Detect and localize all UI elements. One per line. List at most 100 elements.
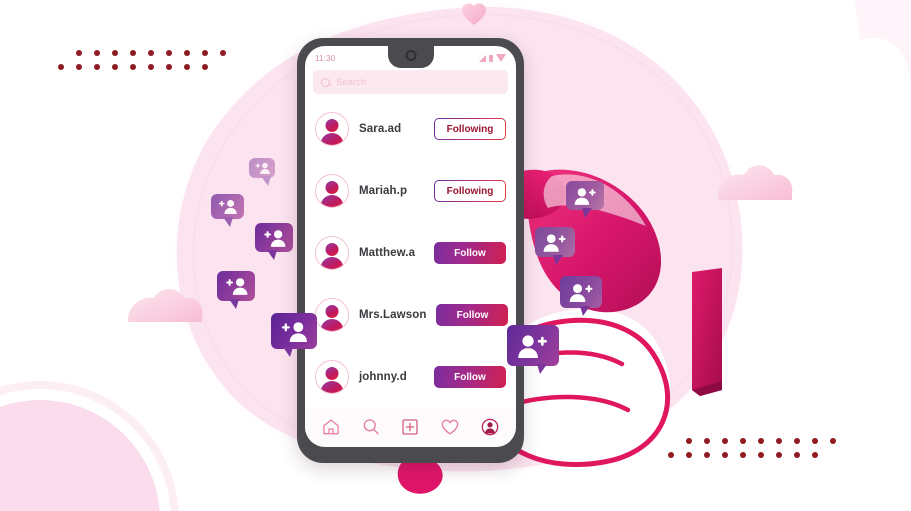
signal-icon — [479, 54, 486, 62]
following-button[interactable]: Following — [434, 118, 506, 140]
follow-badge — [535, 227, 575, 265]
add-person-icon — [518, 334, 547, 358]
dot — [166, 64, 172, 70]
add-person-icon — [255, 162, 270, 174]
add-plus-box-icon[interactable] — [400, 417, 420, 437]
dot — [830, 438, 836, 444]
dot — [704, 452, 710, 458]
battery-icon — [489, 54, 493, 62]
follow-badge — [211, 194, 244, 227]
dot — [758, 438, 764, 444]
dot — [812, 438, 818, 444]
list-item[interactable]: Sara.ad Following — [305, 98, 516, 160]
following-button[interactable]: Following — [434, 180, 506, 202]
dot — [776, 452, 782, 458]
avatar — [315, 112, 349, 146]
search-input[interactable]: Search — [313, 70, 508, 94]
follow-badge — [560, 276, 602, 316]
dot — [758, 452, 764, 458]
add-person-icon — [281, 321, 307, 342]
dot — [148, 64, 154, 70]
dot — [794, 438, 800, 444]
dot — [776, 438, 782, 444]
avatar-head — [325, 119, 339, 132]
user-name: Mrs.Lawson — [359, 309, 427, 321]
dot — [166, 50, 172, 56]
search-placeholder: Search — [336, 76, 367, 88]
avatar — [315, 360, 349, 394]
status-bar-icons — [479, 54, 506, 62]
list-item[interactable]: Mariah.p Following — [305, 160, 516, 222]
list-item[interactable]: Mrs.Lawson Follow — [305, 284, 516, 346]
add-person-icon — [543, 233, 566, 252]
dot — [202, 64, 208, 70]
user-name: johnny.d — [359, 371, 407, 383]
dot — [148, 50, 154, 56]
avatar-body — [320, 319, 344, 331]
dot — [794, 452, 800, 458]
user-name: Mariah.p — [359, 185, 408, 197]
list-item[interactable]: Matthew.a Follow — [305, 222, 516, 284]
dot — [220, 50, 226, 56]
phone-screen: 11:30 Search Sara.ad Following Mariah.p … — [305, 46, 516, 447]
heart-icon[interactable] — [440, 417, 460, 437]
list-item[interactable]: johnny.d Follow — [305, 346, 516, 408]
avatar — [315, 236, 349, 270]
search-icon — [321, 77, 330, 87]
dot — [112, 50, 118, 56]
dot — [76, 64, 82, 70]
follow-badge — [507, 325, 559, 374]
bottom-navigation-bar — [305, 407, 516, 447]
follow-badge — [217, 271, 255, 309]
dot — [112, 64, 118, 70]
add-person-icon — [225, 278, 247, 295]
avatar — [315, 174, 349, 208]
dot — [740, 452, 746, 458]
avatar-body — [320, 381, 344, 393]
avatar-body — [320, 257, 344, 269]
user-list: Sara.ad Following Mariah.p Following Mat… — [305, 94, 516, 408]
add-person-icon — [574, 187, 596, 205]
avatar-head — [325, 243, 339, 256]
add-person-icon — [218, 199, 237, 214]
dot — [76, 50, 82, 56]
dot — [184, 50, 190, 56]
home-icon[interactable] — [321, 417, 341, 437]
dot — [58, 64, 64, 70]
dot — [812, 452, 818, 458]
dot-grid-bottom-right — [668, 438, 848, 458]
avatar-head — [325, 305, 339, 318]
follow-button[interactable]: Follow — [434, 366, 506, 388]
dot — [202, 50, 208, 56]
add-person-icon — [263, 229, 285, 247]
user-name: Sara.ad — [359, 123, 402, 135]
smartphone-device: 11:30 Search Sara.ad Following Mariah.p … — [297, 38, 524, 463]
avatar-head — [325, 181, 339, 194]
dot — [668, 452, 674, 458]
avatar-body — [320, 133, 344, 145]
profile-avatar-icon[interactable] — [480, 417, 500, 437]
status-bar-time: 11:30 — [315, 53, 336, 63]
dot — [740, 438, 746, 444]
dot — [94, 64, 100, 70]
follow-badge — [249, 158, 275, 186]
wifi-icon — [496, 54, 506, 62]
front-camera-icon — [405, 50, 416, 61]
avatar — [315, 298, 349, 332]
dot-grid-top-left — [58, 50, 238, 70]
dot — [130, 50, 136, 56]
dot — [184, 64, 190, 70]
follow-badge — [566, 181, 604, 218]
dot — [686, 438, 692, 444]
avatar-body — [320, 195, 344, 207]
dot — [704, 438, 710, 444]
add-person-icon — [569, 283, 592, 302]
follow-badge — [271, 313, 317, 357]
follow-button[interactable]: Follow — [436, 304, 509, 326]
user-name: Matthew.a — [359, 247, 416, 259]
dot — [722, 452, 728, 458]
search-icon[interactable] — [361, 417, 381, 437]
dot — [686, 452, 692, 458]
illustration-canvas: 11:30 Search Sara.ad Following Mariah.p … — [0, 0, 911, 511]
follow-button[interactable]: Follow — [434, 242, 506, 264]
